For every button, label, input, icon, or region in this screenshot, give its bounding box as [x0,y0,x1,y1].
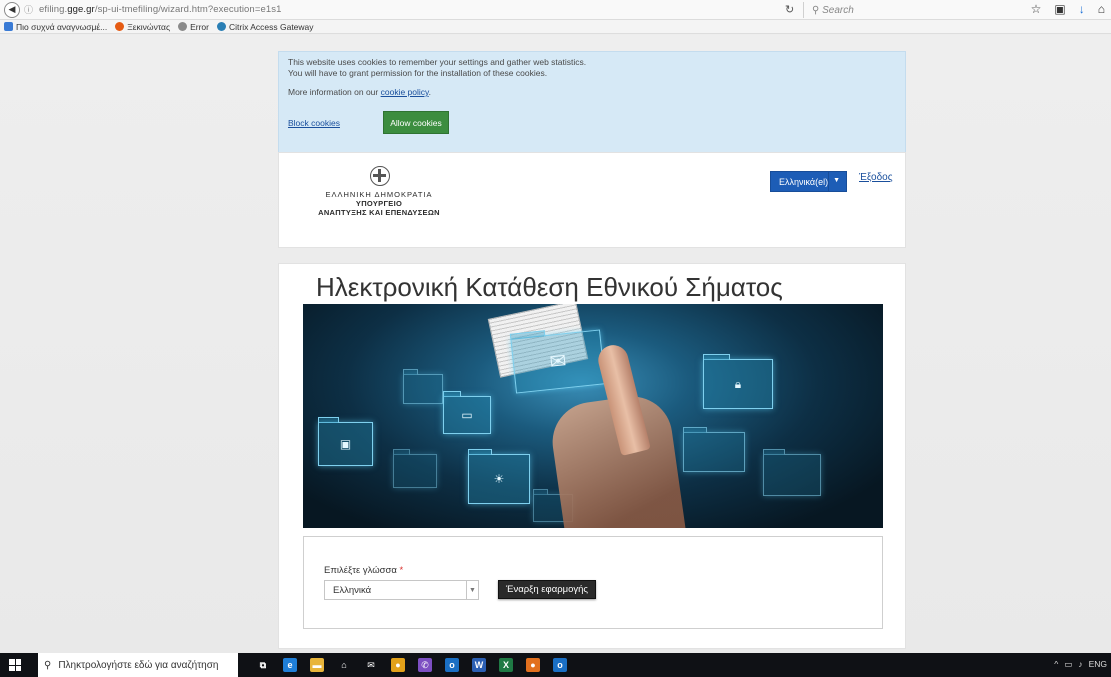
taskbar: ⚲ Πληκτρολογήστε εδώ για αναζήτηση ⧉ e ▬ ⌂ ✉… [0,653,1111,677]
cookie-more-suffix: . [428,87,432,97]
network-icon[interactable]: ▭ [1064,659,1072,670]
taskbar-search-placeholder: Πληκτρολογήστε εδώ για αναζήτηση [58,659,219,671]
bookmark-item[interactable]: Error [178,22,209,32]
gov-line2: ΥΠΟΥΡΓΕΙΟ [355,199,403,208]
allow-cookies-button[interactable]: Allow cookies [382,111,449,134]
taskbar-search-input[interactable]: ⚲ Πληκτρολογήστε εδώ για αναζήτηση [38,653,238,677]
main-card: Ηλεκτρονική Κατάθεση Εθνικού Σήματος ✉ 🔒… [278,263,906,649]
reload-icon[interactable]: ↻ [785,3,794,16]
home-icon[interactable]: ⌂ [1098,2,1105,16]
search-icon: ⚲ [812,4,823,16]
windows-icon [9,659,21,671]
firefox-icon[interactable]: ● [526,658,540,672]
required-mark: * [399,565,404,576]
start-application-button[interactable]: Έναρξη εφαρμογής [498,580,596,599]
bookmarks-bar: Πιο συχνά αναγνωσμέ... Ξεκινώντας Error … [0,20,1111,34]
divider [828,172,829,191]
globe-icon [178,22,188,31]
chevron-up-icon[interactable]: ^ [1054,659,1058,670]
bookmark-label: Ξεκινώντας [127,21,171,32]
cookie-text-line2: You will have to grant permission for th… [288,68,548,78]
ministry-logo[interactable]: ΕΛΛΗΝΙΚΗ ΔΗΜΟΚΡΑΤΙΑ ΥΠΟΥΡΓΕΙΟ ΑΝΑΠΤΥΞΗΣ … [304,190,454,217]
clipboard-icon[interactable]: ▣ [1054,2,1065,16]
file-explorer-icon[interactable]: ▬ [310,658,324,672]
url-domain: gge.gr [67,4,95,15]
start-button[interactable] [0,653,30,677]
firefox-icon [115,22,125,31]
bookmark-icon [4,22,13,31]
mail-icon[interactable]: ✉ [364,658,378,672]
gov-line3: ΑΝΑΠΤΥΞΗΣ ΚΑΙ ΕΠΕΝΔΥΣΕΩΝ [318,208,440,217]
citrix-icon [216,22,226,31]
bookmark-star-icon[interactable]: ☆ [1031,2,1042,16]
info-icon[interactable]: ⓘ [24,3,33,16]
hero-image: ✉ 🔒︎ ▭ ▣ ☀ [303,304,883,528]
url-prefix: efiling. [39,4,68,15]
volume-icon[interactable]: ♪ [1078,659,1082,670]
language-dropdown-button[interactable]: Ελληνικά(el) ▼ [770,171,847,192]
language-select-value: Ελληνικά [333,584,372,596]
outlook-2-icon[interactable]: o [553,658,567,672]
bookmark-item[interactable]: Citrix Access Gateway [216,21,314,32]
search-icon: ⚲ [44,659,52,671]
bookmark-label: Error [190,21,209,32]
language-panel: Επιλέξτε γλώσσα * Ελληνικά ▼ Έναρξη εφαρ… [303,536,883,629]
input-language[interactable]: ENG [1089,659,1107,670]
block-cookies-link[interactable]: Block cookies [288,118,340,128]
back-button[interactable]: ◀ [4,1,20,18]
language-label: Επιλέξτε γλώσσα * [324,565,403,576]
language-label-text: Επιλέξτε γλώσσα [324,565,397,576]
folder-lightbulb-icon: ☀ [468,449,530,504]
site-header: ΕΛΛΗΝΙΚΗ ΔΗΜΟΚΡΑΤΙΑ ΥΠΟΥΡΓΕΙΟ ΑΝΑΠΤΥΞΗΣ … [278,152,906,248]
chrome-icon[interactable]: ● [391,658,405,672]
cookie-banner: This website uses cookies to remember yo… [278,51,906,156]
language-select[interactable]: Ελληνικά ▼ [324,580,479,600]
coat-of-arms-icon [370,166,390,186]
store-icon[interactable]: ⌂ [337,658,351,672]
url-path: /sp-ui-tmefiling/wizard.htm?execution=e1… [94,4,282,15]
bookmark-item[interactable]: Πιο συχνά αναγνωσμέ... [4,22,107,32]
edge-icon[interactable]: e [283,658,297,672]
excel-icon[interactable]: X [499,658,513,672]
page-title: Ηλεκτρονική Κατάθεση Εθνικού Σήματος [316,272,783,302]
chevron-down-icon: ▼ [466,581,478,599]
folder-icon [683,427,745,472]
system-tray[interactable]: ^ ▭ ♪ ENG [1054,659,1107,670]
url-field[interactable]: efiling.gge.gr/sp-ui-tmefiling/wizard.ht… [39,4,281,15]
viber-icon[interactable]: ✆ [418,658,432,672]
folder-lock-icon: 🔒︎ [703,354,773,409]
search-placeholder: Search [822,4,854,16]
exit-link[interactable]: Έξοδος [859,172,893,183]
download-icon[interactable]: ↓ [1079,2,1085,16]
browser-toolbar: ◀ ⓘ efiling.gge.gr/sp-ui-tmefiling/wizar… [0,0,1111,20]
bookmark-item[interactable]: Ξεκινώντας [115,22,170,32]
caret-down-icon: ▼ [833,177,840,184]
language-button-label: Ελληνικά(el) [779,176,829,187]
cookie-more-text: More information on our [288,87,381,97]
bookmark-label: Πιο συχνά αναγνωσμέ... [16,21,108,32]
bookmark-label: Citrix Access Gateway [228,21,314,32]
folder-mail-icon: ✉ [509,329,606,394]
page-content: This website uses cookies to remember yo… [0,35,1111,653]
cookie-policy-link[interactable]: cookie policy [381,87,429,97]
folder-icon [393,449,437,488]
outlook-icon[interactable]: o [445,658,459,672]
folder-camera-icon: ▣ [318,417,373,466]
gov-line1: ΕΛΛΗΝΙΚΗ ΔΗΜΟΚΡΑΤΙΑ [325,190,433,199]
folder-icon [403,369,443,404]
cookie-more-info: More information on our cookie policy. [288,87,896,98]
folder-icon [763,449,821,496]
word-icon[interactable]: W [472,658,486,672]
task-view-icon[interactable]: ⧉ [256,658,270,672]
cookie-text-line1: This website uses cookies to remember yo… [288,57,587,67]
folder-open-icon: ▭ [443,391,491,434]
browser-search-input[interactable]: ⚲ Search [803,2,993,18]
